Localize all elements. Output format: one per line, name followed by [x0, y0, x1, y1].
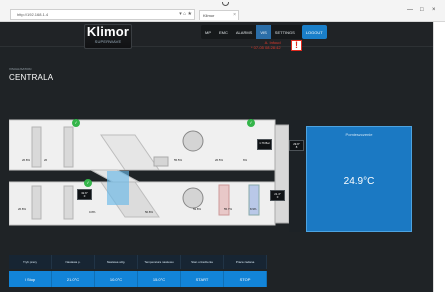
- tab-close-icon[interactable]: ×: [233, 12, 236, 18]
- main-nav: MP EMC ALARMS VIS SETTINGS LOGOUT: [201, 25, 327, 39]
- address-tools[interactable]: ▾ ⌂ ★: [179, 11, 192, 17]
- start-button[interactable]: START: [181, 271, 224, 287]
- room-temperature-value: 24.9°C: [343, 176, 375, 187]
- value-box-3: 32.6° 0: [77, 189, 92, 200]
- status-ok-icon-2[interactable]: ✓: [247, 119, 255, 127]
- klimor-logo[interactable]: Klimor SUPERWAVE: [84, 24, 132, 49]
- top-value-3: 55.5%: [174, 158, 182, 162]
- value-box-1-line-1: 1.76 Bar: [259, 141, 270, 145]
- value-box-1: 1.76 Bar: [257, 139, 272, 150]
- alarm-message[interactable]: A. Infoud * 07-05 08:28:42: [251, 40, 281, 50]
- top-value-5: 6%: [243, 158, 248, 162]
- controls-header: Tryb pracy Nastawa p. Nastawa wilg. Temp…: [9, 255, 267, 269]
- bottom-value-6: 8.9%: [250, 207, 257, 211]
- address-text: http://192.168.1.4: [17, 12, 49, 17]
- nav-mp[interactable]: MP: [201, 25, 215, 39]
- logout-button[interactable]: LOGOUT: [301, 25, 327, 39]
- value-box-3-line-2: 0: [83, 194, 86, 198]
- page-title: CENTRALA: [9, 73, 54, 82]
- filter-upper-2: [63, 126, 74, 168]
- browser-tab[interactable]: Klimor ×: [199, 10, 239, 20]
- browser-toolbar: http://192.168.1.4 ▾ ⌂ ★ Klimor × — □ ×: [0, 0, 445, 22]
- bottom-value-1: 26.8%: [18, 207, 26, 211]
- setpoint-button[interactable]: 21.0°C: [52, 271, 95, 287]
- logo-subtitle: SUPERWAVE: [94, 39, 122, 44]
- filter-upper-1: [31, 126, 42, 168]
- fan-lower: [182, 187, 204, 209]
- stairs-element: [153, 156, 169, 167]
- status-ok-icon-1[interactable]: ✓: [72, 119, 80, 127]
- fan-upper: [182, 130, 204, 152]
- humidity-button[interactable]: 10.0°C: [95, 271, 138, 287]
- exchanger-core: [107, 171, 129, 205]
- bottom-value-3: 50.8%: [145, 210, 153, 214]
- tab-label: Klimor: [203, 13, 215, 18]
- logo-text: Klimor: [86, 24, 130, 39]
- close-window-button[interactable]: ×: [432, 7, 436, 13]
- top-value-4: 26.5%: [215, 158, 223, 162]
- filter-lower-2: [63, 185, 74, 220]
- section-caption: VISUALISATION: [9, 67, 32, 71]
- control-header-supply-temp: Temperatura nawiewu: [138, 255, 181, 269]
- value-box-4: 21.4° 0: [270, 190, 285, 201]
- control-header-humidity: Nastawa wilg.: [95, 255, 138, 269]
- filter-lower-1: [31, 185, 42, 220]
- room-temperature-label: Pomieszczenie: [345, 132, 373, 137]
- ahu-diagram: [9, 119, 309, 232]
- page-edge: [433, 22, 445, 292]
- address-bar[interactable]: http://192.168.1.4 ▾ ⌂ ★: [10, 9, 195, 20]
- control-header-mode: Tryb pracy: [9, 255, 52, 269]
- control-header-target-work: Praca zadana: [224, 255, 267, 269]
- nav-emc[interactable]: EMC: [215, 25, 232, 39]
- value-box-2: 29.9° 8: [289, 140, 304, 151]
- controls-values: I Stop 21.0°C 10.0°C 15.0°C START STOP: [9, 271, 267, 287]
- nav-vis[interactable]: VIS: [256, 25, 271, 39]
- room-temperature-panel: Pomieszczenie 24.9°C: [306, 126, 412, 232]
- restore-button[interactable]: □: [420, 7, 424, 13]
- alarm-line-2: * 07-05 08:28:42: [251, 45, 281, 50]
- mode-button[interactable]: I Stop: [9, 271, 52, 287]
- value-box-2-line-2: 8: [295, 145, 298, 149]
- bottom-value-5: 55.7%: [224, 207, 232, 211]
- right-casing: [274, 124, 290, 224]
- control-header-setpoint: Nastawa p.: [52, 255, 95, 269]
- stop-button[interactable]: STOP: [224, 271, 267, 287]
- bottom-value-4: 59.8%: [193, 207, 201, 211]
- nav-settings[interactable]: SETTINGS: [271, 25, 299, 39]
- supply-temp-button[interactable]: 15.0°C: [138, 271, 181, 287]
- control-header-device-state: Stan urzadzenia: [181, 255, 224, 269]
- minimize-button[interactable]: —: [407, 7, 413, 13]
- warning-icon[interactable]: !: [291, 40, 302, 51]
- bottom-value-2: 0.8%: [89, 210, 96, 214]
- status-ok-icon-3[interactable]: ✓: [84, 179, 92, 187]
- loading-icon: [222, 2, 229, 6]
- top-value-2: 26: [44, 158, 48, 162]
- value-box-4-line-2: 0: [276, 195, 279, 199]
- app-root: Klimor SUPERWAVE MP EMC ALARMS VIS SETTI…: [0, 22, 433, 292]
- top-value-1: 26.8%: [22, 158, 30, 162]
- nav-alarms[interactable]: ALARMS: [232, 25, 256, 39]
